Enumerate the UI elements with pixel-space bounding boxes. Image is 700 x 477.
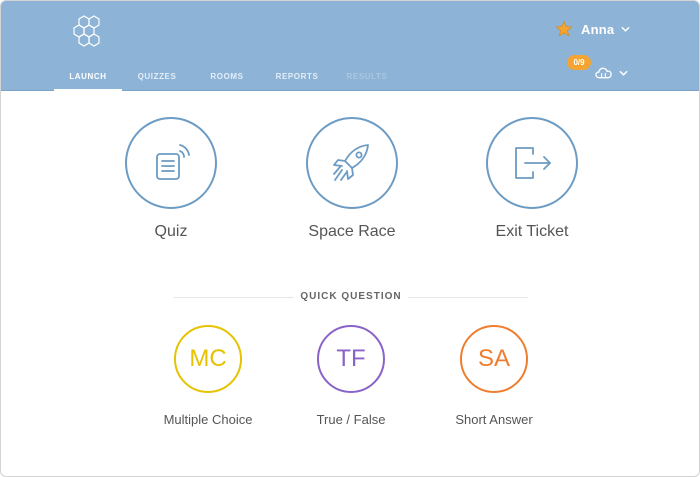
space-race-button[interactable]: [306, 117, 398, 209]
top-header: Anna 0/9 LAUNCH QUIZZES ROOMS REPORTS RE…: [1, 1, 699, 91]
progress-badge: 0/9: [567, 55, 591, 70]
quiz-label: Quiz: [154, 223, 188, 240]
space-race-label: Space Race: [308, 223, 396, 240]
quick-true-false[interactable]: TF True / False: [316, 325, 386, 427]
short-answer-button[interactable]: SA: [460, 325, 528, 393]
main-tabs: LAUNCH QUIZZES ROOMS REPORTS RESULTS: [54, 65, 402, 91]
tab-launch[interactable]: LAUNCH: [54, 65, 122, 91]
quiz-document-icon: [156, 144, 190, 180]
multiple-choice-button[interactable]: MC: [174, 325, 242, 393]
launch-exit-ticket[interactable]: Exit Ticket: [485, 117, 579, 241]
user-menu[interactable]: Anna: [555, 20, 630, 38]
exit-door-icon: [515, 147, 551, 179]
quick-question-title: QUICK QUESTION: [300, 291, 402, 302]
hexagon-logo-icon[interactable]: [73, 15, 103, 47]
rocket-icon: [333, 144, 369, 181]
launch-quiz[interactable]: Quiz: [124, 117, 218, 241]
cloud-icon: [595, 67, 612, 79]
quick-multiple-choice[interactable]: MC Multiple Choice: [164, 325, 252, 427]
true-false-button[interactable]: TF: [317, 325, 385, 393]
tab-results: RESULTS: [346, 72, 388, 81]
tab-quizzes[interactable]: QUIZZES: [122, 65, 192, 91]
short-answer-label: Short Answer: [455, 412, 533, 427]
divider-right: [408, 297, 528, 298]
exit-ticket-label: Exit Ticket: [495, 223, 569, 240]
star-icon: [555, 20, 573, 37]
quick-short-answer[interactable]: SA Short Answer: [455, 325, 533, 427]
chevron-down-icon: [621, 26, 630, 32]
exit-ticket-button[interactable]: [486, 117, 578, 209]
quiz-button[interactable]: [125, 117, 217, 209]
user-name: Anna: [581, 21, 615, 37]
launch-space-race[interactable]: Space Race: [305, 117, 399, 241]
tab-rooms[interactable]: ROOMS: [192, 65, 262, 91]
app-window: Anna 0/9 LAUNCH QUIZZES ROOMS REPORTS RE…: [0, 0, 700, 477]
cloud-menu[interactable]: [595, 67, 628, 79]
tab-reports[interactable]: REPORTS: [262, 65, 332, 91]
chevron-down-icon: [619, 70, 628, 76]
divider-left: [174, 297, 294, 298]
